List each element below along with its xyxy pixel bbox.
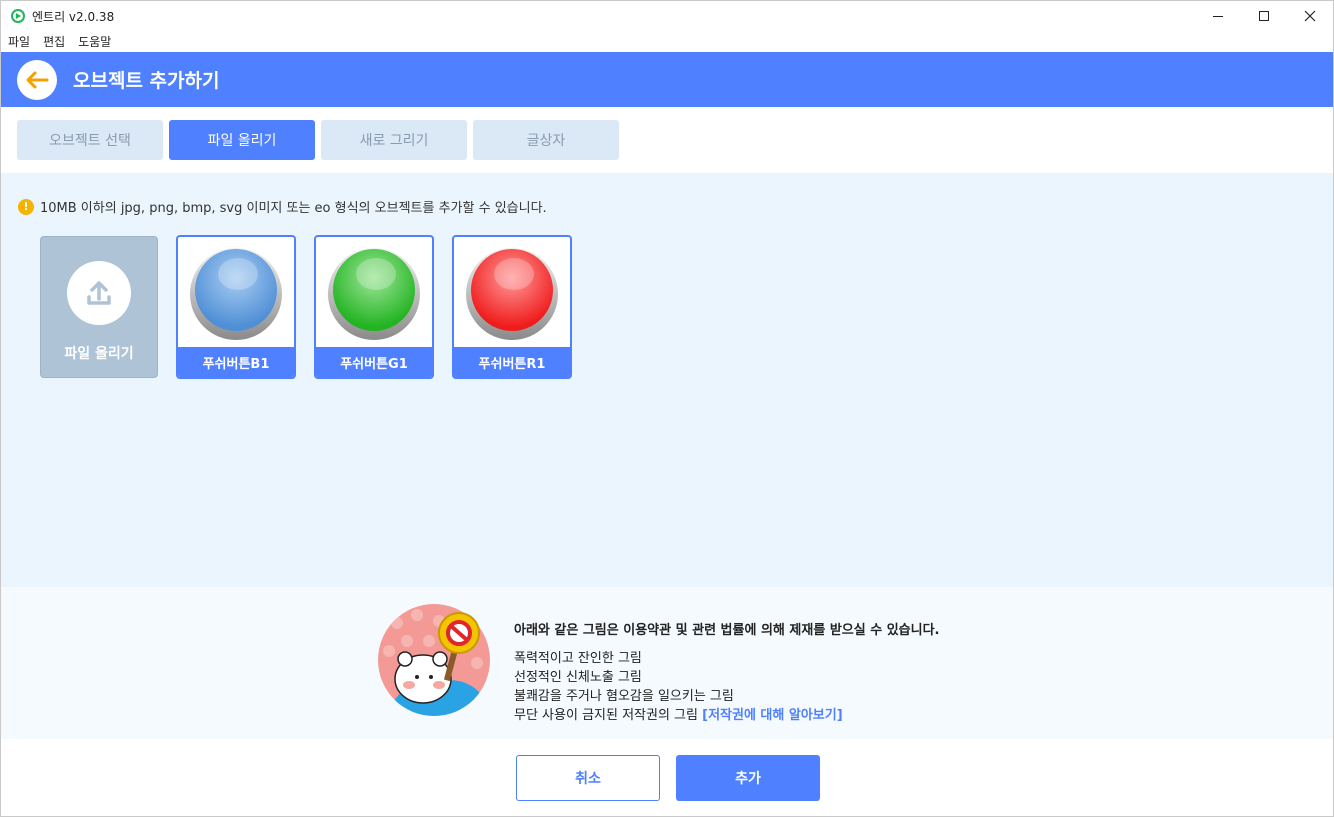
page-header: 오브젝트 추가하기	[1, 52, 1333, 107]
close-button[interactable]	[1287, 1, 1333, 31]
upload-notice: ! 10MB 이하의 jpg, png, bmp, svg 이미지 또는 eo …	[18, 197, 547, 216]
pushbutton-red-image	[454, 237, 570, 347]
add-button[interactable]: 추가	[676, 755, 820, 801]
warning-line: 무단 사용이 금지된 저작권의 그림	[514, 708, 698, 723]
object-tile-pushbutton-g1[interactable]: 푸쉬버튼G1	[314, 235, 434, 379]
minimize-button[interactable]	[1195, 1, 1241, 31]
window-title: 엔트리 v2.0.38	[32, 9, 115, 24]
object-tile-pushbutton-b1[interactable]: 푸쉬버튼B1	[176, 235, 296, 379]
object-label: 푸쉬버튼R1	[454, 347, 570, 377]
maximize-button[interactable]	[1241, 1, 1287, 31]
title-bar: 엔트리 v2.0.38	[1, 1, 1333, 31]
page-title: 오브젝트 추가하기	[73, 70, 220, 92]
object-tile-pushbutton-r1[interactable]: 푸쉬버튼R1	[452, 235, 572, 379]
entry-logo-icon	[11, 9, 25, 23]
upload-icon	[67, 261, 131, 325]
object-tiles: 파일 올리기 푸쉬버튼B1 푸쉬버튼G1 푸쉬버튼R1	[40, 235, 572, 379]
pushbutton-blue-image	[178, 237, 294, 347]
warning-line: 선정적인 신체노출 그림	[514, 670, 642, 685]
copyright-info-link[interactable]: [저작권에 대해 알아보기]	[702, 708, 843, 723]
warning-icon: !	[18, 198, 34, 215]
pushbutton-green-image	[316, 237, 432, 347]
menu-file[interactable]: 파일	[8, 33, 30, 50]
tab-textbox[interactable]: 글상자	[473, 120, 619, 160]
close-icon	[1304, 10, 1316, 22]
tab-select-object[interactable]: 오브젝트 선택	[17, 120, 163, 160]
object-label: 푸쉬버튼B1	[178, 347, 294, 377]
cancel-button[interactable]: 취소	[516, 755, 660, 801]
content-warning-text: 아래와 같은 그림은 이용약관 및 관련 법률에 의해 제재를 받으실 수 있습…	[514, 621, 939, 725]
menu-bar: 파일 편집 도움말	[1, 31, 117, 51]
warning-line-with-link: 무단 사용이 금지된 저작권의 그림 [저작권에 대해 알아보기]	[514, 706, 939, 725]
tab-upload-file[interactable]: 파일 올리기	[169, 120, 315, 160]
back-button[interactable]	[17, 59, 57, 100]
warning-headline: 아래와 같은 그림은 이용약관 및 관련 법률에 의해 제재를 받으실 수 있습…	[514, 623, 940, 638]
app-window: 엔트리 v2.0.38 파일 편집 도움말 오브젝트 추가하기 오브젝트 선택 …	[0, 0, 1334, 817]
object-label: 푸쉬버튼G1	[316, 347, 432, 377]
warning-line: 폭력적이고 잔인한 그림	[514, 651, 642, 666]
menu-help[interactable]: 도움말	[78, 33, 111, 50]
upload-notice-text: 10MB 이하의 jpg, png, bmp, svg 이미지 또는 eo 형식…	[40, 201, 547, 216]
arrow-left-icon	[26, 71, 49, 88]
upload-file-label: 파일 올리기	[64, 346, 134, 362]
window-controls	[1195, 1, 1333, 31]
minimize-icon	[1213, 15, 1223, 17]
tab-new-drawing[interactable]: 새로 그리기	[321, 120, 467, 160]
menu-edit[interactable]: 편집	[43, 33, 65, 50]
content-warning-panel: 아래와 같은 그림은 이용약관 및 관련 법률에 의해 제재를 받으실 수 있습…	[1, 587, 1333, 739]
upload-file-tile[interactable]: 파일 올리기	[40, 236, 158, 378]
warning-line: 불쾌감을 주거나 혐오감을 일으키는 그림	[514, 689, 734, 704]
mascot-warning-illustration	[378, 604, 490, 716]
tab-bar: 오브젝트 선택 파일 올리기 새로 그리기 글상자	[17, 120, 619, 160]
upload-content-area: ! 10MB 이하의 jpg, png, bmp, svg 이미지 또는 eo …	[1, 173, 1333, 587]
maximize-icon	[1259, 11, 1269, 21]
